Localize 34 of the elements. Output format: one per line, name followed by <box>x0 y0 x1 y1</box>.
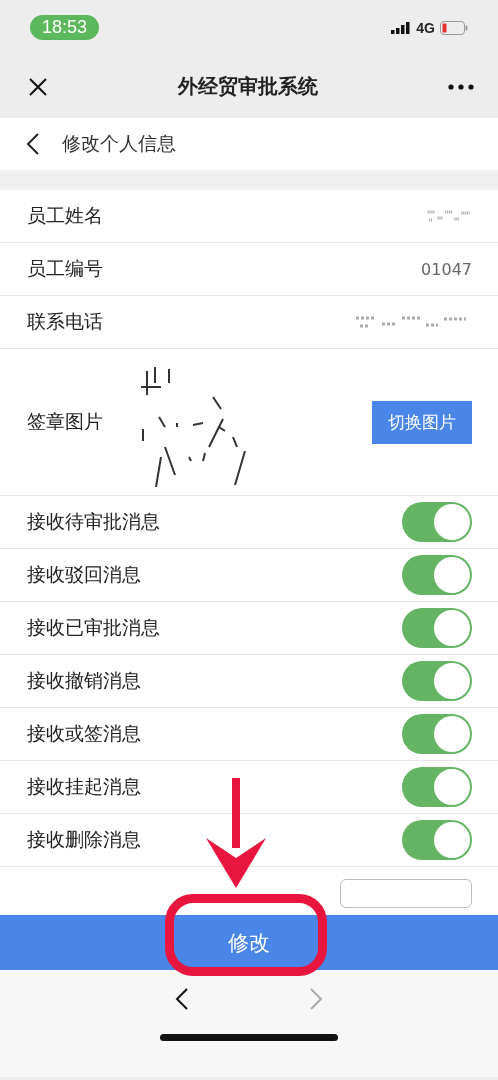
field-label: 员工编号 <box>27 256 103 281</box>
field-value: 01047 <box>421 259 472 279</box>
signal-icon <box>391 21 412 34</box>
window-title: 外经贸审批系统 <box>178 73 318 100</box>
redacted-value-drawing <box>426 208 472 224</box>
toggle-label: 接收撤销消息 <box>27 668 141 693</box>
status-time: 18:53 <box>30 15 100 40</box>
toggle-switch[interactable] <box>402 820 472 860</box>
field-label: 联系电话 <box>27 309 103 334</box>
toggle-label: 接收已审批消息 <box>27 615 160 640</box>
toggle-label: 接收删除消息 <box>27 827 141 852</box>
toggle-label: 接收或签消息 <box>27 721 141 746</box>
toggle-switch[interactable] <box>402 608 472 648</box>
page-title: 修改个人信息 <box>62 131 176 156</box>
submit-button[interactable]: 修改 <box>0 915 498 970</box>
toggle-switch[interactable] <box>402 767 472 807</box>
close-icon[interactable] <box>28 76 48 97</box>
field-label: 签章图片 <box>27 409 103 434</box>
switch-image-button[interactable]: 切换图片 <box>372 400 472 444</box>
toggle-label: 接收挂起消息 <box>27 774 141 799</box>
network-label: 4G <box>416 19 435 36</box>
field-label: 员工姓名 <box>27 203 103 228</box>
battery-icon <box>440 20 468 35</box>
forward-icon[interactable] <box>309 987 323 1011</box>
toggle-switch[interactable] <box>402 661 472 701</box>
toggle-switch[interactable] <box>402 714 472 754</box>
time-input-field[interactable] <box>340 879 472 908</box>
back-icon[interactable] <box>175 987 189 1011</box>
more-icon[interactable] <box>448 83 474 90</box>
toggle-label: 接收驳回消息 <box>27 562 141 587</box>
toggle-switch[interactable] <box>402 555 472 595</box>
back-icon[interactable] <box>26 132 40 156</box>
toggle-switch[interactable] <box>402 502 472 542</box>
toggle-label: 接收待审批消息 <box>27 509 160 534</box>
